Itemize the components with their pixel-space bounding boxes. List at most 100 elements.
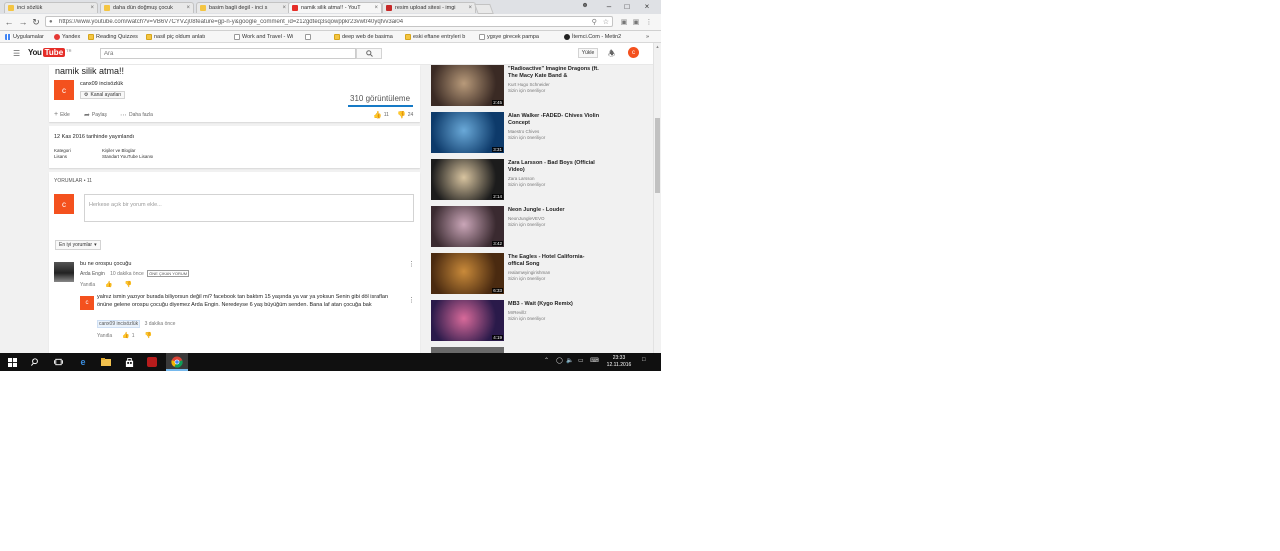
video-thumbnail[interactable]: 4:19 xyxy=(431,300,504,341)
bookmark-apps[interactable]: Uygulamalar xyxy=(5,32,44,41)
tab-4-active[interactable]: namik silik atma!! - YouT × xyxy=(288,2,382,13)
recommended-video[interactable]: 3:42 Neon Jungle - Louder NeonJungleVEVO Si… xyxy=(431,206,601,249)
thumbs-up-icon[interactable]: 👍 xyxy=(105,281,112,288)
menu-icon[interactable]: ☰ xyxy=(13,49,20,58)
battery-icon[interactable]: ▭ xyxy=(578,357,584,364)
edge-icon[interactable]: e xyxy=(77,356,89,368)
volume-icon[interactable]: 🔈 xyxy=(566,357,573,364)
notifications-icon[interactable]: □ xyxy=(642,357,646,363)
scrollbar-thumb[interactable] xyxy=(655,118,660,193)
new-tab-button[interactable] xyxy=(474,4,494,14)
bookmark-nasil[interactable]: nasil piç oldum anlatı xyxy=(146,32,205,41)
recommended-video[interactable]: 6:33 The Eagles - Hotel California- offic… xyxy=(431,253,601,296)
category-value[interactable]: Kişiler ve Bloglar xyxy=(102,148,136,153)
forward-icon[interactable]: → xyxy=(17,16,29,28)
search-input[interactable] xyxy=(101,49,355,58)
bookmark-reading-quizzes[interactable]: Reading Quizzes xyxy=(88,32,138,41)
menu-icon[interactable]: ⋮ xyxy=(644,17,654,27)
chrome-taskbar-button[interactable] xyxy=(166,353,188,371)
bell-icon[interactable]: 🕭 xyxy=(608,48,615,62)
more-bookmarks-icon[interactable]: » xyxy=(646,32,649,41)
reply-author[interactable]: canx09 incisözlük xyxy=(97,320,141,328)
avatar[interactable]: c xyxy=(628,47,639,58)
close-icon[interactable]: × xyxy=(468,5,472,11)
page-scrollbar[interactable]: ▲ xyxy=(653,43,661,353)
reply-button[interactable]: Yanıtla xyxy=(97,333,112,339)
upload-button[interactable]: Yükle xyxy=(578,48,598,58)
search-button[interactable] xyxy=(356,48,382,59)
thumbs-up-icon[interactable]: 👍 xyxy=(122,332,129,339)
comment-input[interactable]: Herkese açık bir yorum ekle... xyxy=(84,194,414,222)
video-thumbnail[interactable]: 3:42 xyxy=(431,206,504,247)
reply-button[interactable]: Yanıtla xyxy=(80,282,95,288)
video-title[interactable]: Zara Larsson - Bad Boys (Official Video) xyxy=(508,160,600,174)
channel-settings-button[interactable]: ⚙ Kanal ayarları xyxy=(80,91,126,99)
tab-3[interactable]: basim bagli degil - inci s × xyxy=(196,2,290,13)
video-thumbnail[interactable]: 3:31 xyxy=(431,112,504,153)
search-icon[interactable]: ⚲ xyxy=(592,18,597,26)
more-button[interactable]: ⋯ Daha fazla xyxy=(120,111,153,119)
reply-avatar[interactable]: c xyxy=(80,296,94,310)
close-icon[interactable]: × xyxy=(282,5,286,11)
tab-5[interactable]: resim upload sitesi - imgi × xyxy=(382,2,476,13)
video-title[interactable]: The Eagles - Hotel California- offical S… xyxy=(508,254,600,268)
recommended-video[interactable]: 2:45 "Radioactive" Imagine Dragons (ft. T… xyxy=(431,65,601,108)
url-field[interactable]: ● https://www.youtube.com/watch?v=VB6V7C… xyxy=(45,16,613,27)
store-icon[interactable] xyxy=(123,356,135,368)
recommended-video[interactable]: 4:19 MB3 - Wait (Kygo Remix) MrRevillz Sizi… xyxy=(431,300,601,343)
video-thumbnail[interactable]: 6:33 xyxy=(431,253,504,294)
comment-avatar[interactable] xyxy=(54,262,74,282)
close-icon[interactable]: × xyxy=(186,5,190,11)
bookmark-ygsye[interactable]: ygsye girecek pampa xyxy=(479,32,539,41)
back-icon[interactable]: ← xyxy=(3,16,15,28)
video-title[interactable]: "Radioactive" Imagine Dragons (ft. The M… xyxy=(508,66,600,80)
game-app-icon[interactable] xyxy=(146,356,158,368)
tab-1[interactable]: inci sözlük × xyxy=(4,2,98,13)
close-window-icon[interactable]: × xyxy=(638,0,656,12)
tray-chevron-icon[interactable]: ⌃ xyxy=(544,357,549,364)
video-title[interactable]: Neon Jungle - Louder xyxy=(508,207,600,214)
tab-2[interactable]: daha dün doğmuş çocuk × xyxy=(100,2,194,13)
channel-avatar[interactable]: c xyxy=(54,80,74,100)
reply-time[interactable]: 3 dakika önce xyxy=(145,321,176,327)
video-title[interactable]: MB3 - Wait (Kygo Remix) xyxy=(508,301,600,308)
reload-icon[interactable]: ↻ xyxy=(30,16,42,28)
add-button[interactable]: + Ekle xyxy=(54,111,70,118)
minimize-icon[interactable]: – xyxy=(600,0,618,12)
star-icon[interactable]: ☆ xyxy=(603,18,609,26)
task-view-icon[interactable] xyxy=(52,356,64,368)
video-thumbnail[interactable]: 2:14 xyxy=(431,159,504,200)
close-icon[interactable]: × xyxy=(90,5,94,11)
reply-menu-icon[interactable]: ⋮ xyxy=(408,296,415,304)
dislike-button[interactable]: 👎 24 xyxy=(397,111,413,119)
windows-start-icon[interactable] xyxy=(6,356,18,368)
system-clock[interactable]: 23:33 12.11.2016 xyxy=(604,355,634,369)
comment-menu-icon[interactable]: ⋮ xyxy=(408,260,415,268)
url-text[interactable]: https://www.youtube.com/watch?v=VB6V7CYV… xyxy=(59,19,589,25)
scroll-up-icon[interactable]: ▲ xyxy=(654,44,661,49)
like-button[interactable]: 👍 11 xyxy=(373,111,389,119)
thumbs-down-icon[interactable]: 👎 xyxy=(144,332,151,339)
profile-icon[interactable]: ☻ xyxy=(580,1,590,10)
file-explorer-icon[interactable] xyxy=(100,356,112,368)
network-icon[interactable]: ◯ xyxy=(556,357,563,364)
comment-time[interactable]: 10 dakika önce xyxy=(110,271,144,277)
comment-author[interactable]: Arda Engin xyxy=(80,271,105,277)
maximize-icon[interactable]: □ xyxy=(618,0,636,12)
youtube-logo[interactable]: You Tube TR xyxy=(28,48,71,57)
thumbs-down-icon[interactable]: 👎 xyxy=(125,281,132,288)
video-thumbnail[interactable]: 2:45 xyxy=(431,65,504,106)
recommended-video[interactable]: 3:31 Alan Walker -FADED- Chives Violin Co… xyxy=(431,112,601,155)
bookmark-deep-web[interactable]: deep web de basima xyxy=(334,32,393,41)
keyboard-icon[interactable]: ⌨ xyxy=(590,357,599,364)
bookmark-work-and-travel[interactable]: Work and Travel - Wi xyxy=(234,32,293,41)
extension-icon-2[interactable]: ▣ xyxy=(631,17,641,27)
bookmark-blank[interactable] xyxy=(305,32,313,41)
sort-comments-dropdown[interactable]: En iyi yorumlar ▾ xyxy=(55,240,101,250)
bookmark-itemci[interactable]: İtemci.Com - Metin2 xyxy=(564,32,621,41)
search-icon[interactable] xyxy=(29,356,41,368)
bookmark-eski-eftane[interactable]: eski eftane entryleri b xyxy=(405,32,465,41)
video-title[interactable]: Alan Walker -FADED- Chives Violin Concep… xyxy=(508,113,600,127)
recommended-video[interactable]: 2:14 Zara Larsson - Bad Boys (Official Vi… xyxy=(431,159,601,202)
extension-icon[interactable]: ▣ xyxy=(619,17,629,27)
